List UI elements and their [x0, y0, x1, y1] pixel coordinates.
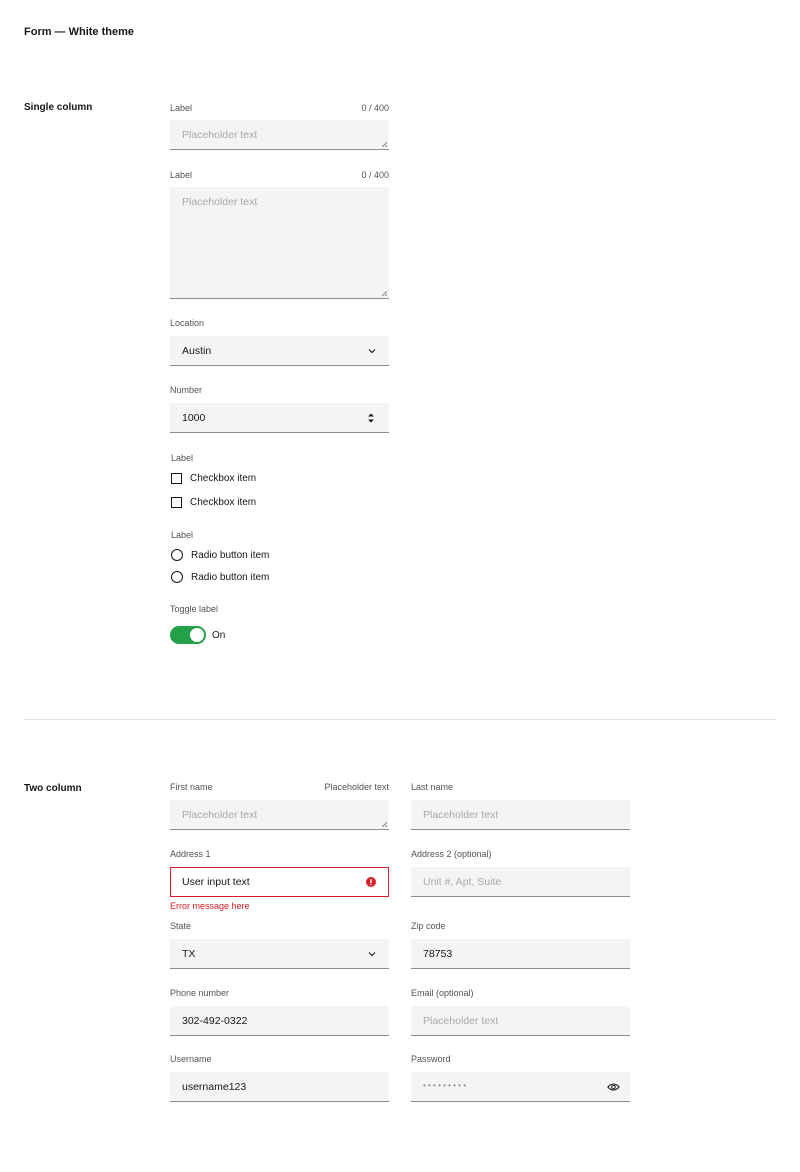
first-name-placeholder: Placeholder text [182, 809, 258, 821]
radio-button[interactable] [171, 571, 183, 583]
toggle-knob [190, 628, 204, 642]
location-value: Austin [182, 345, 212, 357]
first-name-input[interactable]: Placeholder text [170, 800, 389, 830]
phone-value: 302-492-0322 [182, 1015, 248, 1027]
radio-label: Radio button item [191, 549, 270, 561]
zip-value: 78753 [423, 948, 453, 960]
resize-handle-icon[interactable] [381, 290, 387, 296]
text-area-placeholder: Placeholder text [182, 196, 258, 208]
email-placeholder: Placeholder text [423, 1015, 499, 1027]
text-input-placeholder: Placeholder text [182, 129, 258, 141]
toggle-switch[interactable] [170, 626, 206, 644]
checkbox[interactable] [171, 472, 182, 484]
last-name-placeholder: Placeholder text [423, 809, 499, 821]
password-label: Password [411, 1054, 451, 1064]
text-input-label: Label [170, 103, 193, 113]
email-label: Email (optional) [411, 988, 474, 998]
radio-button[interactable] [171, 549, 183, 561]
section-divider [24, 719, 776, 720]
error-icon [366, 877, 376, 887]
first-name-helper: Placeholder text [324, 782, 389, 792]
state-label: State [170, 921, 192, 931]
chevron-down-icon [367, 949, 377, 959]
text-input-counter: 0 / 400 [361, 103, 389, 113]
last-name-input[interactable]: Placeholder text [411, 800, 630, 830]
password-masked-value: • • • • • • • • • [423, 1081, 466, 1090]
text-area-label: Label [170, 170, 193, 180]
radio-item[interactable]: Radio button item [171, 570, 269, 584]
eye-icon[interactable] [607, 1082, 620, 1092]
toggle-label: Toggle label [170, 604, 219, 614]
address1-value: User input text [182, 876, 250, 888]
first-name-label: First name [170, 782, 213, 792]
checkbox[interactable] [171, 496, 182, 508]
address2-placeholder: Unit #, Apt, Suite [423, 876, 502, 888]
stepper-arrows-icon[interactable] [367, 412, 375, 424]
text-input-field[interactable]: Placeholder text [170, 120, 389, 150]
checkbox-group-label: Label [171, 453, 194, 463]
address2-label: Address 2 (optional) [411, 849, 492, 859]
checkbox-label: Checkbox item [190, 472, 257, 484]
state-select[interactable]: TX [170, 939, 389, 969]
password-input[interactable]: • • • • • • • • • [411, 1072, 630, 1102]
chevron-down-icon [367, 346, 377, 356]
zip-input[interactable]: 78753 [411, 939, 630, 969]
state-value: TX [182, 948, 196, 960]
section-title-single-column: Single column [24, 102, 93, 113]
username-value: username123 [182, 1081, 247, 1093]
number-input[interactable]: 1000 [170, 403, 389, 433]
text-area-field[interactable]: Placeholder text [170, 187, 389, 299]
resize-handle-icon[interactable] [381, 141, 387, 147]
toggle-state-text: On [212, 630, 226, 641]
text-area-counter: 0 / 400 [361, 170, 389, 180]
email-input[interactable]: Placeholder text [411, 1006, 630, 1036]
number-label: Number [170, 385, 203, 395]
last-name-label: Last name [411, 782, 454, 792]
location-select[interactable]: Austin [170, 336, 389, 366]
section-title-two-column: Two column [24, 783, 82, 794]
checkbox-item[interactable]: Checkbox item [171, 471, 256, 485]
zip-label: Zip code [411, 921, 446, 931]
number-value: 1000 [182, 412, 206, 424]
checkbox-label: Checkbox item [190, 496, 257, 508]
phone-input[interactable]: 302-492-0322 [170, 1006, 389, 1036]
radio-group-label: Label [171, 530, 194, 540]
address1-error-message: Error message here [170, 901, 250, 911]
phone-label: Phone number [170, 988, 230, 998]
page-title: Form — White theme [24, 26, 135, 38]
address1-input[interactable]: User input text [170, 867, 389, 897]
radio-item[interactable]: Radio button item [171, 548, 269, 562]
username-label: Username [170, 1054, 212, 1064]
checkbox-item[interactable]: Checkbox item [171, 495, 256, 509]
username-input[interactable]: username123 [170, 1072, 389, 1102]
address2-input[interactable]: Unit #, Apt, Suite [411, 867, 630, 897]
address1-label: Address 1 [170, 849, 211, 859]
radio-label: Radio button item [191, 571, 270, 583]
location-label: Location [170, 318, 205, 328]
resize-handle-icon[interactable] [381, 821, 387, 827]
